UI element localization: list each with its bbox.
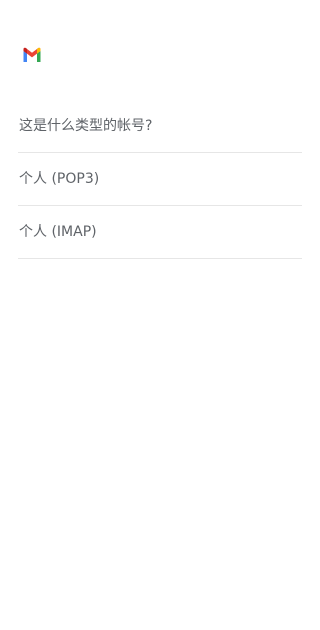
divider (18, 258, 302, 259)
option-personal-imap[interactable]: 个人 (IMAP) (18, 206, 302, 258)
option-label: 个人 (IMAP) (19, 224, 97, 240)
option-personal-pop3[interactable]: 个人 (POP3) (18, 153, 302, 205)
account-type-question: 这是什么类型的帐号? (19, 118, 153, 134)
option-label: 个人 (POP3) (19, 171, 100, 187)
account-type-screen: 这是什么类型的帐号? 个人 (POP3) 个人 (IMAP) (0, 0, 320, 630)
gmail-logo-icon (23, 47, 41, 62)
